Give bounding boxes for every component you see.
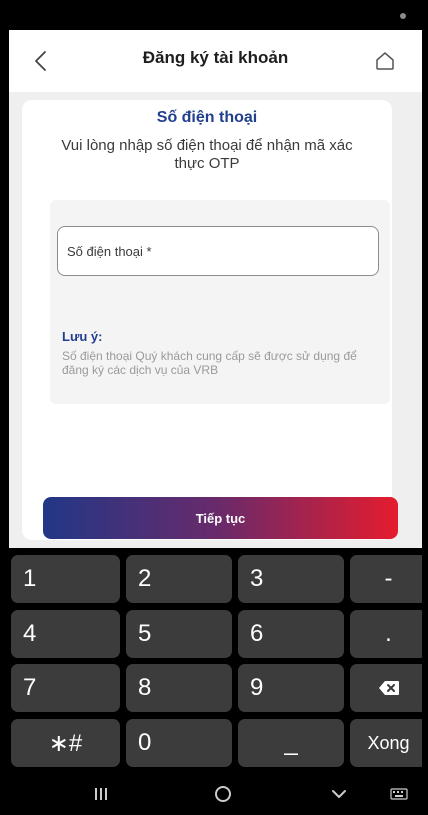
chevron-down-icon: [332, 790, 346, 798]
home-button[interactable]: [368, 44, 402, 78]
key-5[interactable]: 5: [126, 610, 232, 658]
key-8[interactable]: 8: [126, 664, 232, 712]
status-bar: [0, 0, 428, 30]
home-icon: [376, 52, 394, 70]
keyboard-icon: [390, 788, 408, 800]
keyboard-switch-button[interactable]: [381, 779, 417, 809]
recent-apps-button[interactable]: [81, 779, 121, 809]
key-space[interactable]: _: [238, 719, 344, 767]
key-backspace[interactable]: [350, 664, 427, 712]
key-6[interactable]: 6: [238, 610, 344, 658]
note-text: Số điện thoại Quý khách cung cấp sẽ được…: [62, 349, 357, 377]
navigation-bar: [9, 773, 422, 815]
hide-keyboard-button[interactable]: [319, 779, 359, 809]
note-title: Lưu ý:: [62, 329, 103, 344]
screen-edge-left: [0, 0, 9, 815]
key-symbols[interactable]: ∗#: [11, 719, 120, 767]
section-description: Vui lòng nhập số điện thoại để nhận mã x…: [61, 137, 353, 172]
key-2[interactable]: 2: [126, 555, 232, 603]
recent-apps-icon: [95, 788, 107, 800]
key-done[interactable]: Xong: [350, 719, 427, 767]
key-minus[interactable]: -: [350, 555, 427, 603]
key-dot[interactable]: .: [350, 610, 427, 658]
key-7[interactable]: 7: [11, 664, 120, 712]
app-bar: Đăng ký tài khoản: [9, 30, 422, 92]
key-4[interactable]: 4: [11, 610, 120, 658]
screen: Đăng ký tài khoản Số điện thoại Vui lòng…: [0, 0, 428, 815]
status-indicator-icon: [400, 13, 406, 19]
circle-home-icon: [215, 786, 231, 802]
key-0[interactable]: 0: [126, 719, 232, 767]
key-3[interactable]: 3: [238, 555, 344, 603]
section-heading: Số điện thoại: [156, 109, 258, 126]
home-nav-button[interactable]: [203, 779, 243, 809]
key-1[interactable]: 1: [11, 555, 120, 603]
key-9[interactable]: 9: [238, 664, 344, 712]
backspace-icon: [378, 681, 399, 695]
continue-button[interactable]: Tiếp tục: [43, 497, 398, 539]
page-title: Đăng ký tài khoản: [142, 48, 289, 67]
screen-edge-right: [422, 0, 428, 815]
phone-number-input[interactable]: [57, 226, 379, 276]
